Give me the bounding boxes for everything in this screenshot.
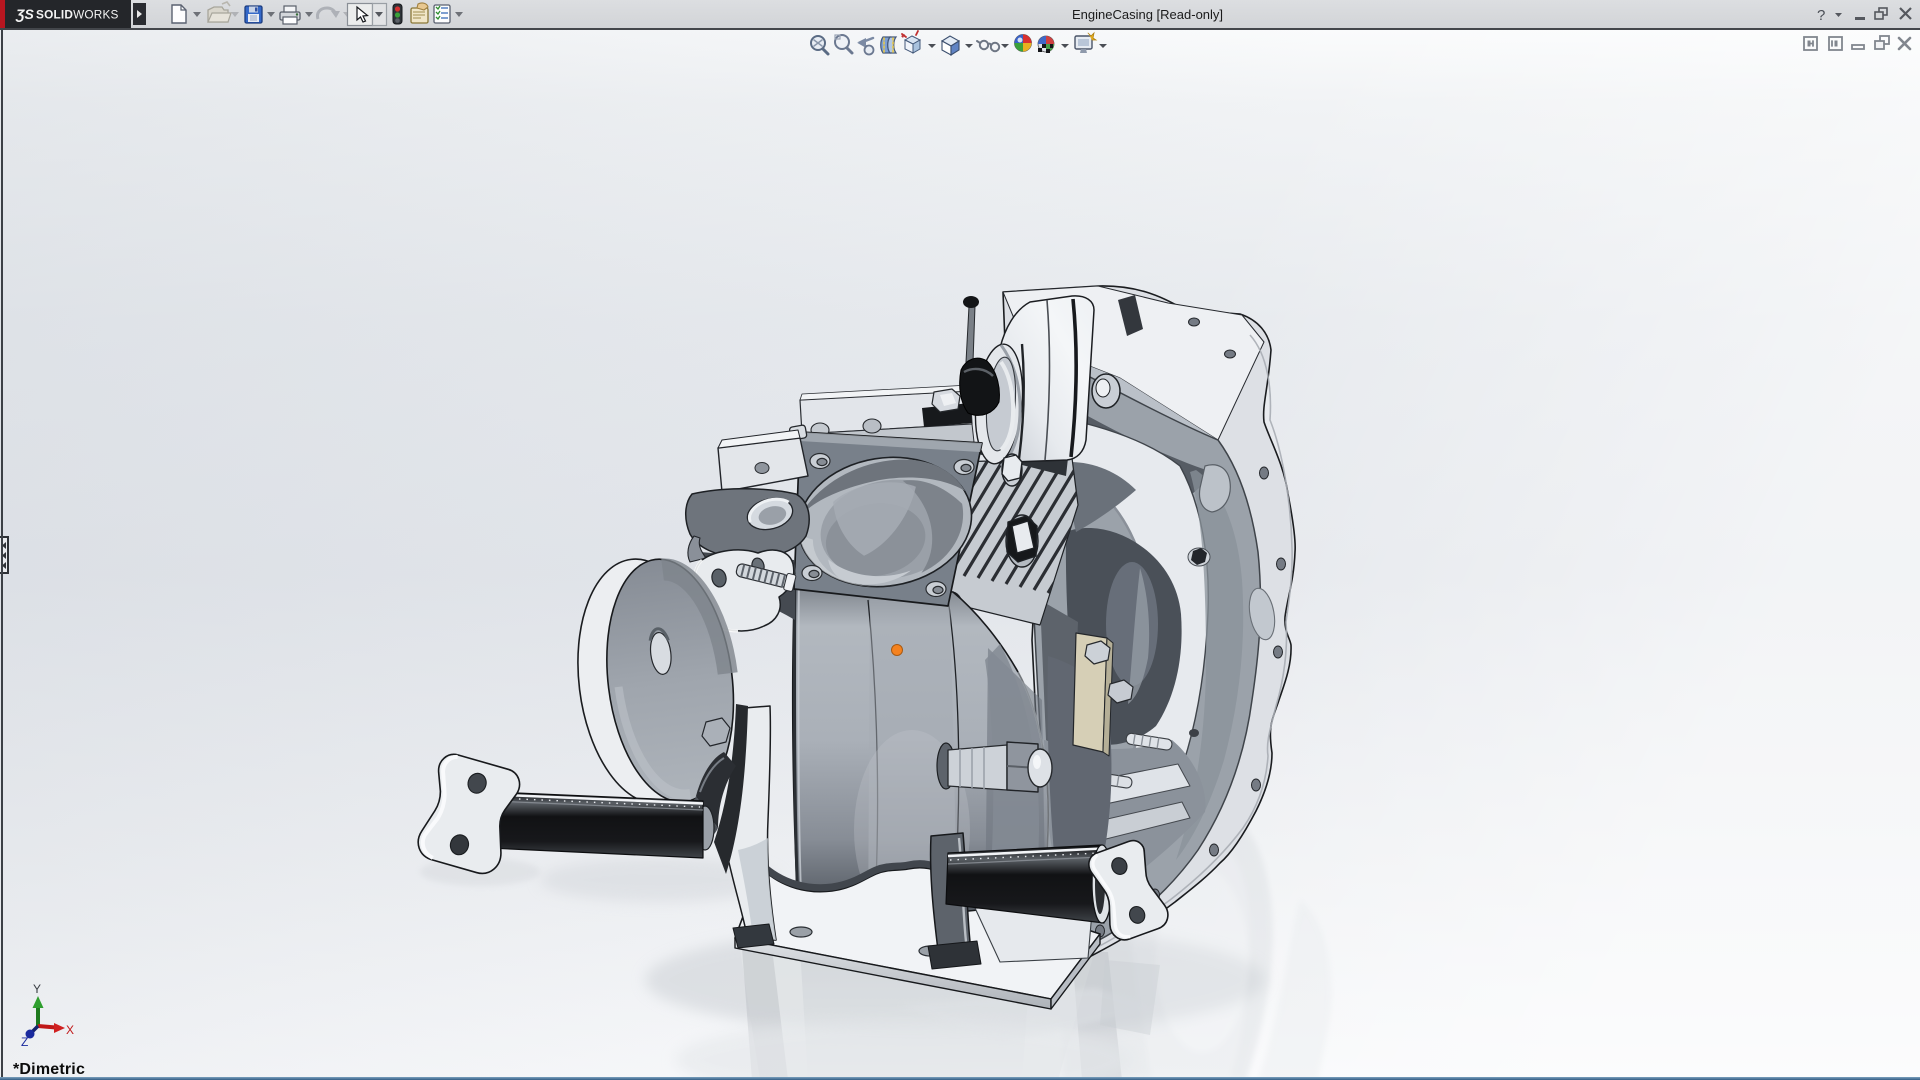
svg-text:SOLIDWORKS: SOLIDWORKS — [36, 8, 119, 22]
svg-text:X: X — [66, 1023, 74, 1037]
svg-text:ƷS: ƷS — [15, 6, 35, 22]
svg-text:Z: Z — [21, 1035, 28, 1049]
svg-text:Y: Y — [33, 982, 41, 996]
